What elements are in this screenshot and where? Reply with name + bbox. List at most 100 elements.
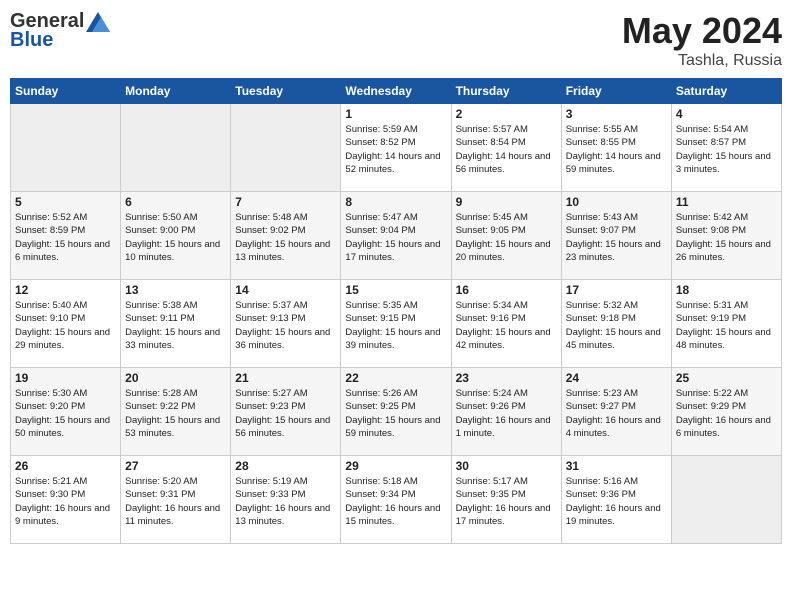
day-cell: 23 Sunrise: 5:24 AMSunset: 9:26 PMDayligh… — [451, 368, 561, 456]
day-cell: 28Sunrise: 5:19 AMSunset: 9:33 PMDayligh… — [231, 456, 341, 544]
weekday-header-monday: Monday — [121, 79, 231, 104]
day-info: Sunrise: 5:35 AMSunset: 9:15 PMDaylight:… — [345, 299, 446, 352]
day-number: 22 — [345, 371, 446, 385]
day-info: Sunrise: 5:54 AMSunset: 8:57 PMDaylight:… — [676, 123, 777, 176]
day-number: 19 — [15, 371, 116, 385]
day-info: Sunrise: 5:42 AMSunset: 9:08 PMDaylight:… — [676, 211, 777, 264]
weekday-header-sunday: Sunday — [11, 79, 121, 104]
day-info: Sunrise: 5:32 AMSunset: 9:18 PMDaylight:… — [566, 299, 667, 352]
weekday-header-thursday: Thursday — [451, 79, 561, 104]
day-cell: 29 Sunrise: 5:18 AMSunset: 9:34 PMDayligh… — [341, 456, 451, 544]
day-number: 6 — [125, 195, 226, 209]
day-number: 12 — [15, 283, 116, 297]
day-number: 7 — [235, 195, 336, 209]
week-row-3: 12 Sunrise: 5:40 AMSunset: 9:10 PMDayligh… — [11, 280, 782, 368]
day-cell: 22Sunrise: 5:26 AMSunset: 9:25 PMDayligh… — [341, 368, 451, 456]
logo-blue-text: Blue — [10, 29, 53, 52]
weekday-header-wednesday: Wednesday — [341, 79, 451, 104]
day-cell: 13Sunrise: 5:38 AMSunset: 9:11 PMDayligh… — [121, 280, 231, 368]
day-cell: 12 Sunrise: 5:40 AMSunset: 9:10 PMDayligh… — [11, 280, 121, 368]
day-cell: 9 Sunrise: 5:45 AMSunset: 9:05 PMDaylight… — [451, 192, 561, 280]
day-number: 14 — [235, 283, 336, 297]
day-cell: 21Sunrise: 5:27 AMSunset: 9:23 PMDayligh… — [231, 368, 341, 456]
calendar-location: Tashla, Russia — [622, 52, 782, 70]
title-block: May 2024 Tashla, Russia — [622, 10, 782, 70]
day-number: 8 — [345, 195, 446, 209]
day-number: 10 — [566, 195, 667, 209]
day-number: 16 — [456, 283, 557, 297]
day-number: 15 — [345, 283, 446, 297]
day-cell: 31 Sunrise: 5:16 AMSunset: 9:36 PMDayligh… — [561, 456, 671, 544]
day-cell: 26 Sunrise: 5:21 AMSunset: 9:30 PMDayligh… — [11, 456, 121, 544]
day-info: Sunrise: 5:16 AMSunset: 9:36 PMDaylight:… — [566, 475, 667, 528]
day-number: 30 — [456, 459, 557, 473]
day-info: Sunrise: 5:28 AMSunset: 9:22 PMDaylight:… — [125, 387, 226, 440]
day-cell: 14 Sunrise: 5:37 AMSunset: 9:13 PMDayligh… — [231, 280, 341, 368]
day-info: Sunrise: 5:48 AMSunset: 9:02 PMDaylight:… — [235, 211, 336, 264]
week-row-2: 5Sunrise: 5:52 AMSunset: 8:59 PMDaylight… — [11, 192, 782, 280]
day-info: Sunrise: 5:22 AMSunset: 9:29 PMDaylight:… — [676, 387, 777, 440]
logo: General Blue — [10, 10, 110, 52]
weekday-header-friday: Friday — [561, 79, 671, 104]
week-row-1: 1 Sunrise: 5:59 AMSunset: 8:52 PMDaylight… — [11, 104, 782, 192]
week-row-5: 26 Sunrise: 5:21 AMSunset: 9:30 PMDayligh… — [11, 456, 782, 544]
day-cell: 20 Sunrise: 5:28 AMSunset: 9:22 PMDayligh… — [121, 368, 231, 456]
day-number: 1 — [345, 107, 446, 121]
header-row: SundayMondayTuesdayWednesdayThursdayFrid… — [11, 79, 782, 104]
day-info: Sunrise: 5:24 AMSunset: 9:26 PMDaylight:… — [456, 387, 557, 440]
day-cell: 24Sunrise: 5:23 AMSunset: 9:27 PMDayligh… — [561, 368, 671, 456]
page-header: General Blue May 2024 Tashla, Russia — [10, 10, 782, 70]
day-cell — [11, 104, 121, 192]
day-cell: 18Sunrise: 5:31 AMSunset: 9:19 PMDayligh… — [671, 280, 781, 368]
day-number: 24 — [566, 371, 667, 385]
day-cell: 3 Sunrise: 5:55 AMSunset: 8:55 PMDaylight… — [561, 104, 671, 192]
day-number: 11 — [676, 195, 777, 209]
day-cell: 10Sunrise: 5:43 AMSunset: 9:07 PMDayligh… — [561, 192, 671, 280]
day-number: 5 — [15, 195, 116, 209]
day-cell — [671, 456, 781, 544]
day-number: 26 — [15, 459, 116, 473]
week-row-4: 19 Sunrise: 5:30 AMSunset: 9:20 PMDayligh… — [11, 368, 782, 456]
day-number: 28 — [235, 459, 336, 473]
day-cell — [121, 104, 231, 192]
day-info: Sunrise: 5:40 AMSunset: 9:10 PMDaylight:… — [15, 299, 116, 352]
day-cell: 7 Sunrise: 5:48 AMSunset: 9:02 PMDaylight… — [231, 192, 341, 280]
day-info: Sunrise: 5:37 AMSunset: 9:13 PMDaylight:… — [235, 299, 336, 352]
day-number: 29 — [345, 459, 446, 473]
day-cell: 16Sunrise: 5:34 AMSunset: 9:16 PMDayligh… — [451, 280, 561, 368]
day-number: 21 — [235, 371, 336, 385]
day-cell: 25Sunrise: 5:22 AMSunset: 9:29 PMDayligh… — [671, 368, 781, 456]
day-cell: 15 Sunrise: 5:35 AMSunset: 9:15 PMDayligh… — [341, 280, 451, 368]
day-cell: 27Sunrise: 5:20 AMSunset: 9:31 PMDayligh… — [121, 456, 231, 544]
day-cell: 19 Sunrise: 5:30 AMSunset: 9:20 PMDayligh… — [11, 368, 121, 456]
day-number: 9 — [456, 195, 557, 209]
calendar-table: SundayMondayTuesdayWednesdayThursdayFrid… — [10, 78, 782, 544]
day-number: 17 — [566, 283, 667, 297]
day-info: Sunrise: 5:50 AMSunset: 9:00 PMDaylight:… — [125, 211, 226, 264]
day-info: Sunrise: 5:17 AMSunset: 9:35 PMDaylight:… — [456, 475, 557, 528]
day-number: 2 — [456, 107, 557, 121]
day-cell: 1 Sunrise: 5:59 AMSunset: 8:52 PMDaylight… — [341, 104, 451, 192]
day-cell: 17 Sunrise: 5:32 AMSunset: 9:18 PMDayligh… — [561, 280, 671, 368]
day-number: 31 — [566, 459, 667, 473]
day-info: Sunrise: 5:57 AMSunset: 8:54 PMDaylight:… — [456, 123, 557, 176]
day-info: Sunrise: 5:55 AMSunset: 8:55 PMDaylight:… — [566, 123, 667, 176]
day-number: 3 — [566, 107, 667, 121]
day-cell: 6 Sunrise: 5:50 AMSunset: 9:00 PMDaylight… — [121, 192, 231, 280]
day-info: Sunrise: 5:30 AMSunset: 9:20 PMDaylight:… — [15, 387, 116, 440]
day-info: Sunrise: 5:38 AMSunset: 9:11 PMDaylight:… — [125, 299, 226, 352]
day-info: Sunrise: 5:47 AMSunset: 9:04 PMDaylight:… — [345, 211, 446, 264]
day-info: Sunrise: 5:18 AMSunset: 9:34 PMDaylight:… — [345, 475, 446, 528]
day-number: 27 — [125, 459, 226, 473]
weekday-header-tuesday: Tuesday — [231, 79, 341, 104]
day-number: 4 — [676, 107, 777, 121]
day-cell: 8 Sunrise: 5:47 AMSunset: 9:04 PMDaylight… — [341, 192, 451, 280]
day-info: Sunrise: 5:59 AMSunset: 8:52 PMDaylight:… — [345, 123, 446, 176]
day-cell: 2 Sunrise: 5:57 AMSunset: 8:54 PMDaylight… — [451, 104, 561, 192]
day-info: Sunrise: 5:21 AMSunset: 9:30 PMDaylight:… — [15, 475, 116, 528]
day-number: 23 — [456, 371, 557, 385]
day-info: Sunrise: 5:45 AMSunset: 9:05 PMDaylight:… — [456, 211, 557, 264]
day-number: 20 — [125, 371, 226, 385]
day-info: Sunrise: 5:31 AMSunset: 9:19 PMDaylight:… — [676, 299, 777, 352]
day-cell: 5Sunrise: 5:52 AMSunset: 8:59 PMDaylight… — [11, 192, 121, 280]
